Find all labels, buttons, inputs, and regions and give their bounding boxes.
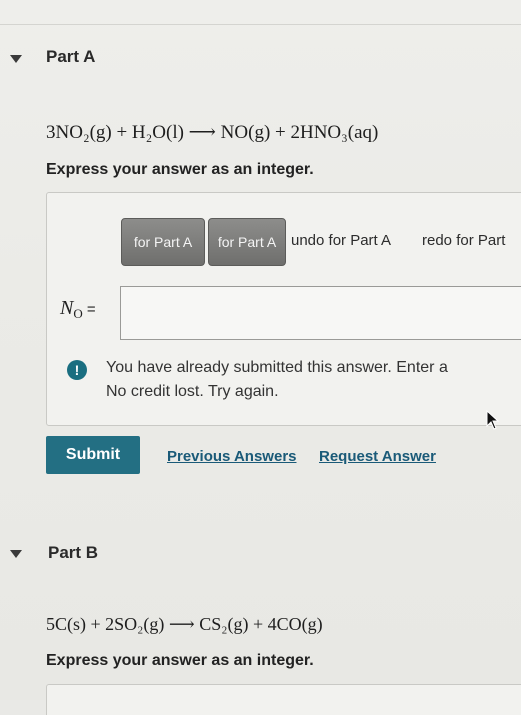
part-a-title: Part A bbox=[46, 47, 96, 66]
math-toolbar: for Part A for Part A undo for Part A re… bbox=[121, 218, 521, 266]
divider bbox=[0, 24, 521, 25]
caret-down-icon[interactable] bbox=[10, 55, 22, 63]
answer-input[interactable] bbox=[120, 286, 521, 340]
page: Part A 3NO₂(g) + H₂O(l) ⟶ NO(g) + 2HNO₃(… bbox=[0, 0, 521, 715]
symbols-button[interactable]: for Part A bbox=[208, 218, 286, 266]
mouse-cursor-icon bbox=[486, 410, 500, 430]
part-b-header[interactable]: Part B bbox=[0, 540, 521, 570]
alert-icon: ! bbox=[67, 360, 87, 380]
answer-label-equals: = bbox=[82, 301, 96, 318]
redo-button[interactable]: redo for Part bbox=[422, 232, 505, 249]
part-a-header[interactable]: Part A bbox=[0, 44, 521, 74]
submit-button[interactable]: Submit bbox=[46, 436, 140, 474]
answer-label: NO = bbox=[60, 297, 96, 322]
part-b-title: Part B bbox=[48, 543, 99, 562]
part-b-instruction: Express your answer as an integer. bbox=[46, 652, 314, 669]
caret-down-icon[interactable] bbox=[10, 550, 22, 558]
request-answer-link[interactable]: Request Answer bbox=[319, 448, 436, 465]
part-a-instruction: Express your answer as an integer. bbox=[46, 161, 314, 178]
part-a-equation: 3NO₂(g) + H₂O(l) ⟶ NO(g) + 2HNO₃(aq) bbox=[46, 122, 379, 143]
template-button[interactable]: for Part A bbox=[121, 218, 205, 266]
alert-message-line1: You have already submitted this answer. … bbox=[106, 359, 448, 376]
alert-message-line2: No credit lost. Try again. bbox=[106, 383, 279, 400]
undo-button[interactable]: undo for Part A bbox=[291, 232, 391, 249]
part-b-equation: 5C(s) + 2SO₂(g) ⟶ CS₂(g) + 4CO(g) bbox=[46, 614, 323, 634]
previous-answers-link[interactable]: Previous Answers bbox=[167, 448, 297, 465]
answer-label-subscript: O bbox=[73, 306, 83, 321]
answer-label-symbol: N bbox=[60, 297, 74, 319]
